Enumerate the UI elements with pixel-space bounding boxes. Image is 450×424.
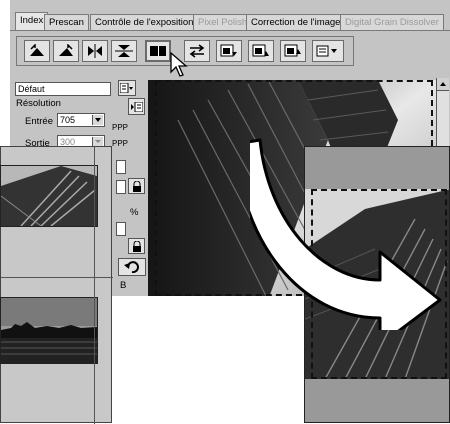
resolution-info-button[interactable] (128, 98, 145, 115)
tab-label: Correction de l'image (251, 17, 341, 28)
lock-button-1[interactable] (128, 178, 145, 194)
flip-vertical-icon (115, 45, 133, 57)
lock-button-2[interactable] (128, 238, 145, 254)
lock-icon (132, 240, 141, 252)
settings-apply-button[interactable] (280, 40, 306, 62)
rotate-right-icon (59, 44, 73, 56)
rotate-left-button[interactable] (24, 40, 50, 62)
tab-pixel-polish[interactable]: Pixel Polish (193, 14, 253, 30)
list-arrow-icon (130, 101, 143, 112)
resolution-label: Résolution (16, 98, 61, 109)
preset-value: Défaut (18, 84, 45, 94)
chevron-down-icon (92, 137, 103, 146)
mouse-cursor-icon (170, 52, 188, 77)
output-unit-label: PPP (112, 139, 129, 148)
split-compare-icon (150, 46, 166, 56)
tab-label: Digital Grain Dissolver (345, 17, 439, 28)
settings-apply-icon (284, 44, 301, 57)
panel-separator (1, 277, 113, 278)
split-compare-button[interactable] (145, 40, 171, 62)
scroll-up-button[interactable] (437, 78, 449, 91)
value-field-3[interactable] (116, 222, 126, 236)
flip-horizontal-button[interactable] (82, 40, 108, 62)
undo-icon (124, 261, 139, 273)
tab-label: Pixel Polish (198, 17, 248, 28)
value-field-1[interactable] (116, 160, 126, 174)
chevron-up-icon (440, 82, 446, 86)
thumbnail-1[interactable] (0, 165, 98, 227)
flip-horizontal-icon (88, 44, 102, 58)
lock-icon (132, 180, 141, 192)
tab-label: Prescan (49, 17, 84, 28)
thumbnail-1-image (1, 166, 97, 226)
thumbnail-2[interactable] (0, 297, 98, 364)
input-resolution-value: 705 (60, 115, 76, 125)
settings-load-button[interactable] (216, 40, 242, 62)
flip-vertical-button[interactable] (111, 40, 137, 62)
input-resolution-select[interactable]: 705 (57, 113, 105, 127)
panel-divider (94, 147, 95, 424)
settings-save-button[interactable] (248, 40, 274, 62)
input-resolution-label: Entrée (25, 116, 53, 127)
swap-arrows-icon (189, 44, 205, 58)
thumbnail-2-image (1, 298, 97, 363)
b-label: B (120, 280, 127, 291)
percent-label: % (130, 207, 139, 218)
preset-menu-button[interactable] (118, 80, 136, 96)
value-field-2[interactable] (116, 180, 126, 194)
settings-save-icon (252, 44, 269, 57)
tab-divider (10, 30, 450, 31)
tab-label: Contrôle de l'exposition (95, 17, 194, 28)
rotate-left-icon (30, 44, 44, 56)
tab-label: Index (20, 15, 44, 26)
list-menu-icon (120, 83, 133, 93)
tab-exposure[interactable]: Contrôle de l'exposition (90, 14, 199, 30)
input-unit-label: PPP (112, 123, 129, 132)
chevron-down-icon (92, 115, 103, 125)
menu-dropdown-button[interactable] (312, 40, 344, 62)
preset-field[interactable]: Défaut (15, 82, 111, 96)
thumbnail-panel (0, 146, 113, 424)
tab-grain-dissolver[interactable]: Digital Grain Dissolver (340, 14, 444, 30)
rotate-right-button[interactable] (53, 40, 79, 62)
curved-arrow-icon (250, 138, 442, 330)
undo-button[interactable] (118, 258, 146, 276)
settings-load-icon (220, 44, 237, 57)
menu-dropdown-icon (316, 45, 337, 57)
tab-image-correction[interactable]: Correction de l'image (246, 14, 346, 30)
tab-prescan[interactable]: Prescan (44, 14, 89, 30)
